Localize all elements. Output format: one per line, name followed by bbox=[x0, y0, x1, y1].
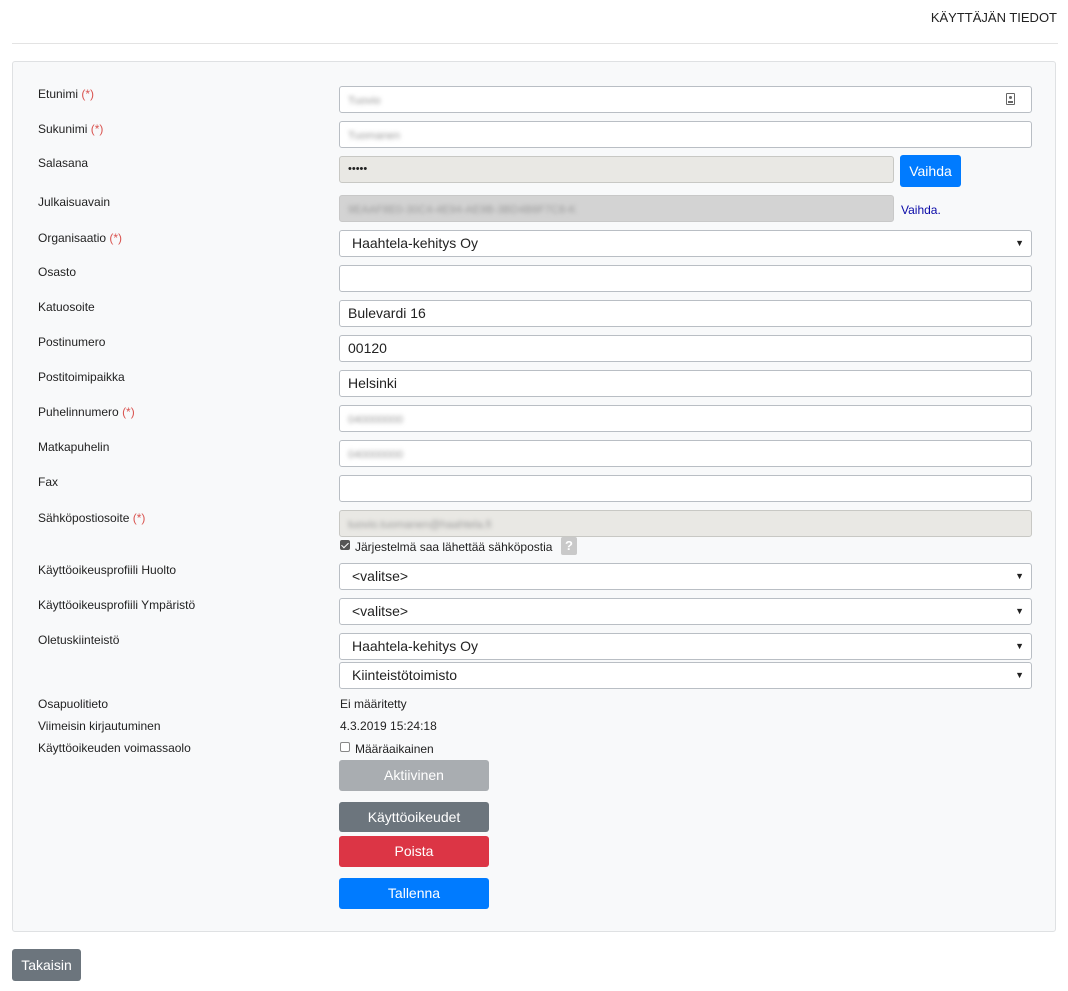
password-label: Salasana bbox=[38, 156, 89, 170]
chevron-down-icon: ▼ bbox=[1015, 670, 1024, 680]
phone-value: 040000000 bbox=[348, 414, 404, 426]
profile-environment-value: <valitse> bbox=[352, 603, 409, 619]
firstname-label: Etunimi (*) bbox=[38, 87, 95, 101]
city-label: Postitoimipaikka bbox=[38, 370, 125, 384]
change-password-button[interactable]: Vaihda bbox=[900, 155, 961, 187]
email-input[interactable]: tuovio.tuomanen@haahtela.fi bbox=[339, 510, 1032, 537]
last-login-value: 4.3.2019 15:24:18 bbox=[340, 719, 437, 733]
profile-environment-label: Käyttöoikeusprofiili Ympäristö bbox=[38, 598, 196, 612]
email-label: Sähköpostiosoite (*) bbox=[38, 511, 146, 525]
publish-key-label: Julkaisuavain bbox=[38, 195, 111, 209]
last-login-label: Viimeisin kirjautuminen bbox=[38, 719, 161, 733]
profile-environment-select[interactable]: <valitse> ▼ bbox=[339, 598, 1032, 625]
firstname-input[interactable]: Tuovio bbox=[339, 86, 1032, 113]
active-button[interactable]: Aktiivinen bbox=[339, 760, 489, 791]
back-button[interactable]: Takaisin bbox=[12, 949, 81, 981]
chevron-down-icon: ▼ bbox=[1015, 571, 1024, 581]
default-property-org-value: Haahtela-kehitys Oy bbox=[352, 638, 479, 654]
delete-button[interactable]: Poista bbox=[339, 836, 489, 867]
user-rights-button[interactable]: Käyttöoikeudet bbox=[339, 802, 489, 832]
default-property-label: Oletuskiinteistö bbox=[38, 633, 120, 647]
default-property-site-value: Kiinteistötoimisto bbox=[352, 667, 458, 683]
publish-key-value: 9EAAF8E0-30C4-4E94-AE9B-3BD4B8F7C8-K bbox=[348, 204, 577, 216]
party-info-value: Ei määritetty bbox=[340, 697, 407, 711]
mobile-value: 040000000 bbox=[348, 449, 404, 461]
lastname-value: Tuomanen bbox=[348, 130, 401, 142]
lastname-label: Sukunimi (*) bbox=[38, 122, 104, 136]
chevron-down-icon: ▼ bbox=[1015, 641, 1024, 651]
default-property-org-select[interactable]: Haahtela-kehitys Oy ▼ bbox=[339, 633, 1032, 660]
phone-label: Puhelinnumero (*) bbox=[38, 405, 135, 419]
organization-select[interactable]: Haahtela-kehitys Oy ▼ bbox=[339, 230, 1032, 257]
email-permission-label: Järjestelmä saa lähettää sähköpostia bbox=[355, 540, 553, 554]
email-permission-checkbox[interactable] bbox=[340, 540, 350, 550]
validity-label: Käyttöoikeuden voimassaolo bbox=[38, 741, 191, 755]
phone-input[interactable]: 040000000 bbox=[339, 405, 1032, 432]
mobile-input[interactable]: 040000000 bbox=[339, 440, 1032, 467]
postal-code-input[interactable]: 00120 bbox=[339, 335, 1032, 362]
mobile-label: Matkapuhelin bbox=[38, 440, 110, 454]
save-button[interactable]: Tallenna bbox=[339, 878, 489, 909]
department-input[interactable] bbox=[339, 265, 1032, 292]
change-publish-key-link[interactable]: Vaihda. bbox=[901, 203, 941, 217]
contact-card-icon[interactable] bbox=[1006, 93, 1015, 105]
street-input[interactable]: Bulevardi 16 bbox=[339, 300, 1032, 327]
organization-value: Haahtela-kehitys Oy bbox=[352, 235, 479, 251]
page-title: KÄYTTÄJÄN TIEDOT bbox=[930, 10, 1057, 25]
fax-input[interactable] bbox=[339, 475, 1032, 502]
help-icon[interactable]: ? bbox=[561, 537, 577, 555]
default-property-site-select[interactable]: Kiinteistötoimisto ▼ bbox=[339, 662, 1032, 689]
publish-key-input: 9EAAF8E0-30C4-4E94-AE9B-3BD4B8F7C8-K bbox=[339, 195, 894, 222]
lastname-input[interactable]: Tuomanen bbox=[339, 121, 1032, 148]
email-value: tuovio.tuomanen@haahtela.fi bbox=[348, 519, 492, 531]
profile-maintenance-label: Käyttöoikeusprofiili Huolto bbox=[38, 563, 177, 577]
postal-code-label: Postinumero bbox=[38, 335, 106, 349]
fax-label: Fax bbox=[38, 475, 59, 489]
firstname-value: Tuovio bbox=[348, 95, 381, 107]
party-info-label: Osapuolitieto bbox=[38, 697, 109, 711]
chevron-down-icon: ▼ bbox=[1015, 238, 1024, 248]
organization-label: Organisaatio (*) bbox=[38, 231, 123, 245]
password-input[interactable]: ••••• bbox=[339, 156, 894, 183]
profile-maintenance-value: <valitse> bbox=[352, 568, 409, 584]
fixed-term-checkbox[interactable] bbox=[340, 742, 350, 752]
fixed-term-label: Määräaikainen bbox=[355, 742, 434, 756]
profile-maintenance-select[interactable]: <valitse> ▼ bbox=[339, 563, 1032, 590]
street-label: Katuosoite bbox=[38, 300, 95, 314]
city-input[interactable]: Helsinki bbox=[339, 370, 1032, 397]
department-label: Osasto bbox=[38, 265, 77, 279]
header-divider bbox=[12, 43, 1058, 44]
chevron-down-icon: ▼ bbox=[1015, 606, 1024, 616]
